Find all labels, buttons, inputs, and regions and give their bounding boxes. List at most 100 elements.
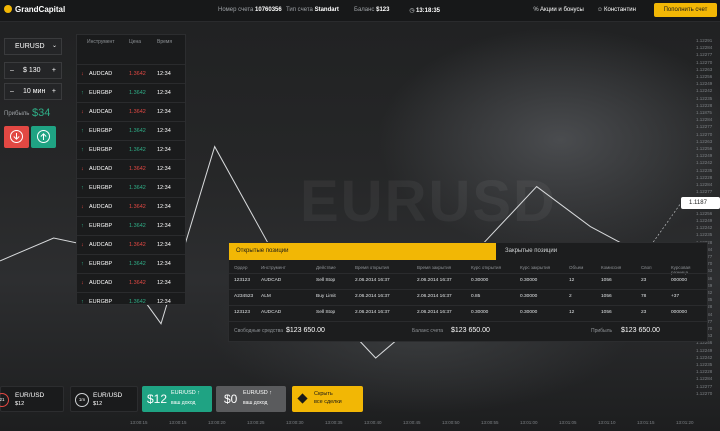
quote-row[interactable]: ↓ AUDCAD 1.3642 12:34 [77,64,185,83]
price-tick: 1.12291 [696,38,713,43]
position-cell: 12 [569,310,575,315]
quote-price: 1.3642 [129,223,146,229]
quote-instrument: EURGBP [89,90,113,96]
price-tick: 1.12256 [696,210,713,216]
arrow-down-icon: ↓ [81,280,84,286]
server-time: ◷13:18:35 [409,8,441,14]
quote-price: 1.3642 [129,147,146,153]
plus-button[interactable]: + [52,63,56,78]
hide-label-1: Скрыть [314,391,333,397]
logo[interactable]: GrandCapital [4,5,65,14]
column-header: Ордер [234,265,248,270]
user-menu[interactable]: ☺Константин [596,7,636,13]
position-cell: 0.85 [471,294,481,299]
quote-row[interactable]: ↓ AUDCAD 1.3642 12:34 [77,197,185,216]
price-tick: 1.11875 [696,110,712,115]
position-row[interactable]: 123123 AUDCAD Sell Stop 2.06.2014 16:37 2.06… [229,305,707,320]
trade-card[interactable]: 1m EUR/USD $12 [70,386,138,412]
price-tick: 1.12235 [696,232,713,238]
price-tick: 1.12228 [696,174,713,180]
time-tick: 13:01:10 [598,420,616,425]
income-card-up[interactable]: $12 EUR/USD ↑ ваш доход [142,386,212,412]
quote-row[interactable]: ↑ EURGBP 1.3642 12:34 [77,140,185,159]
top-bar: GrandCapital Номер счета 10760356 Тип сч… [0,0,720,22]
account-number: Номер счета 10760356 [218,7,282,13]
plus-button[interactable]: + [52,84,56,99]
duration-stepper[interactable]: – 10 мин + [4,83,62,100]
income-value: $12 [147,392,168,406]
quote-row[interactable]: ↓ AUDCAD 1.3642 12:34 [77,102,185,121]
time-axis: 13:00:15 13:00:15 13:00:20 13:00:25 13:00:30… [130,420,720,430]
quote-row[interactable]: ↑ EURGBP 1.3642 12:34 [77,83,185,102]
quote-row[interactable]: ↓ AUDCAD 1.3642 12:34 [77,235,185,254]
arrow-up-icon: ↑ [81,185,84,191]
position-row[interactable]: 123123 AUDCAD Sell Stop 2.06.2014 16:37 2.06… [229,273,707,288]
quote-price: 1.3642 [129,204,146,210]
tab-open-positions[interactable]: Открытые позиции [229,243,496,260]
hide-trades-button[interactable]: Скрыть все сделки [292,386,363,412]
price-tick: 1.12235 [696,95,713,101]
quote-time: 12:34 [157,185,171,191]
clock-icon: ◷ [409,8,415,14]
position-cell: 0.30000 [520,294,538,299]
column-header: Инструмент [87,39,115,45]
quote-instrument: AUDCAD [89,109,113,115]
sell-button[interactable] [4,126,29,148]
quote-time: 12:34 [157,166,171,172]
minus-button[interactable]: – [10,63,14,78]
quote-row[interactable]: ↑ EURGBP 1.3642 12:34 [77,178,185,197]
symbol-select[interactable]: EURUSD ⌄ [4,38,62,55]
quote-instrument: AUDCAD [89,242,113,248]
free-funds-label: Свободные средства [234,328,284,334]
position-cell: Sell Stop [316,278,336,283]
arrow-up-icon: ↑ [81,128,84,134]
position-cell: AUDCAD [261,310,282,315]
deposit-button[interactable]: Пополнить счет [654,3,717,17]
buy-button[interactable] [31,126,56,148]
arrow-up-icon [37,130,50,143]
price-tick: 1.12263 [696,66,713,72]
price-tick: 1.12284 [696,45,713,51]
quote-time: 12:34 [157,109,171,115]
time-tick: 13:00:30 [286,420,304,425]
price-tick: 1.12284 [696,182,713,187]
position-cell: 23 [641,278,647,283]
quote-instrument: AUDCAD [89,166,113,172]
trade-card[interactable]: 21 EUR/USD $12 [0,386,64,412]
position-row[interactable]: A234523 ALM Buy Limit 2.06.2014 16:37 2.06.2… [229,289,707,304]
quote-row[interactable]: ↓ AUDCAD 1.3642 12:34 [77,159,185,178]
quote-instrument: AUDCAD [89,280,113,286]
promo-link[interactable]: %Акции и бонусы [532,7,583,13]
quote-time: 12:34 [157,128,171,134]
quote-row[interactable]: ↑ EURGBP 1.3642 12:34 [77,254,185,273]
time-tick: 13:00:35 [325,420,343,425]
quote-row[interactable]: ↓ AUDCAD 1.3642 12:34 [77,273,185,292]
position-cell: 2.06.2014 16:37 [355,278,390,283]
chevron-down-icon: ⌄ [51,43,57,49]
quote-row[interactable]: ↑ EURGBP 1.3642 12:34 [77,292,185,311]
duration-value: 10 мин [23,88,46,95]
percent-icon: % [533,7,539,13]
trade-amount: $12 [93,401,103,407]
quote-time: 12:34 [157,204,171,210]
layers-icon [297,393,308,404]
position-cell: 0.30000 [520,278,538,283]
minus-button[interactable]: – [10,84,14,99]
trade-pair: EUR/USD ↑ [171,390,201,396]
price-tick: 1.12270 [696,390,713,396]
quote-price: 1.3642 [129,71,146,77]
position-cell: 123123 [234,310,251,315]
amount-stepper[interactable]: – $ 130 + [4,62,62,79]
quote-price: 1.3642 [129,90,146,96]
quote-row[interactable]: ↑ EURGBP 1.3642 12:34 [77,121,185,140]
position-cell: 1056 [601,294,612,299]
balance: Баланс $123 [354,7,390,13]
price-tick: 1.12284 [696,376,713,382]
income-card[interactable]: $0 EUR/USD ↑ ваш доход [216,386,286,412]
quote-row[interactable]: ↑ EURGBP 1.3642 12:34 [77,216,185,235]
quote-price: 1.3642 [129,242,146,248]
tab-closed-positions[interactable]: Закрытые позиции [505,243,655,260]
price-tick: 1.12235 [696,167,713,173]
price-tick: 1.12284 [696,117,713,123]
position-cell: 1056 [601,310,612,315]
